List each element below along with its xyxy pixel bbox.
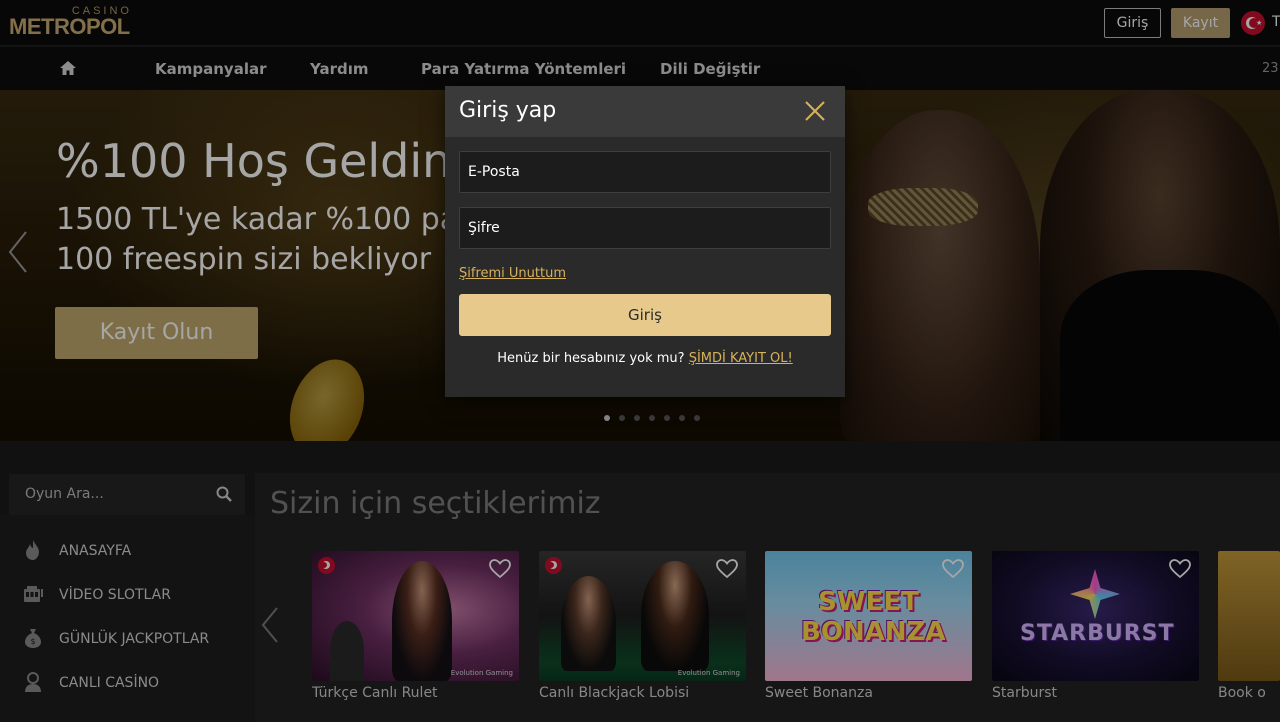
game-card-starburst[interactable]: STARBURST (992, 551, 1199, 681)
language-code[interactable]: T (1272, 14, 1280, 30)
money-bag-icon: $ (25, 629, 41, 648)
slot-machine-icon (24, 586, 43, 602)
provider-badge: Evolution Gaming (450, 669, 513, 677)
slider-dot[interactable] (694, 415, 700, 421)
top-header: CASINO METROPOL Giriş Kayıt ★ T (0, 0, 1280, 46)
heart-icon[interactable] (489, 559, 511, 579)
game-card-live-blackjack-lobby[interactable]: Evolution Gaming (539, 551, 746, 681)
email-input[interactable] (460, 152, 830, 192)
password-field[interactable] (459, 207, 831, 249)
sidebar-item-label: ANASAYFA (59, 543, 132, 559)
search-icon[interactable] (216, 486, 232, 502)
game-search-box[interactable]: Oyun Ara... (9, 474, 245, 515)
game-name[interactable]: Türkçe Canlı Rulet (312, 685, 438, 701)
heart-icon[interactable] (716, 559, 738, 579)
nav-item-deposit-methods[interactable]: Para Yatırma Yöntemleri (421, 60, 626, 78)
home-icon[interactable] (59, 60, 77, 76)
svg-text:$: $ (30, 637, 35, 646)
game-card-sweet-bonanza[interactable]: SWEET BONANZA (765, 551, 972, 681)
login-modal: Giriş yap Şifremi Unuttum Giriş Henüz bi… (445, 86, 845, 397)
turkey-flag-icon (318, 557, 335, 574)
main-nav: Kampanyalar Yardım Para Yatırma Yöntemle… (0, 47, 1280, 90)
game-name[interactable]: Canlı Blackjack Lobisi (539, 685, 689, 701)
turkey-flag-icon (545, 557, 562, 574)
section-title: Sizin için seçtiklerimiz (270, 486, 601, 521)
provider-badge: Evolution Gaming (677, 669, 740, 677)
hero-title: %100 Hoş Geldin (56, 134, 452, 188)
header-login-button[interactable]: Giriş (1104, 8, 1161, 38)
signup-link[interactable]: ŞİMDİ KAYIT OL! (689, 351, 793, 366)
slider-dot[interactable] (619, 415, 625, 421)
forgot-password-link[interactable]: Şifremi Unuttum (459, 266, 566, 281)
slider-dot[interactable] (679, 415, 685, 421)
games-prev-arrow-icon[interactable] (259, 606, 281, 644)
star-icon (1070, 569, 1120, 619)
hero-register-button[interactable]: Kayıt Olun (55, 307, 258, 359)
close-icon[interactable] (803, 99, 827, 123)
game-name[interactable]: Sweet Bonanza (765, 685, 873, 701)
nav-item-help[interactable]: Yardım (310, 60, 369, 78)
sidebar-item-label: GÜNLÜK JACKPOTLAR (59, 631, 210, 647)
slider-dot[interactable] (649, 415, 655, 421)
password-input[interactable] (460, 208, 830, 248)
slider-dot[interactable] (634, 415, 640, 421)
page: CASINO METROPOL Giriş Kayıt ★ T Kampanya… (0, 0, 1280, 722)
email-field[interactable] (459, 151, 831, 193)
modal-header: Giriş yap (445, 86, 845, 137)
login-submit-button[interactable]: Giriş (459, 294, 831, 336)
slider-dot[interactable] (604, 415, 610, 421)
modal-title: Giriş yap (459, 98, 557, 123)
hero-prev-arrow-icon[interactable] (6, 230, 30, 274)
hero-subtitle-line-2: 100 freespin sizi bekliyor (56, 242, 432, 277)
search-input[interactable]: Oyun Ara... (25, 486, 104, 502)
heart-icon[interactable] (1169, 559, 1191, 579)
no-account-text: Henüz bir hesabınız yok mu? (497, 351, 685, 366)
sidebar-item-label: CANLI CASİNO (59, 675, 160, 691)
flame-icon (26, 540, 39, 560)
clock: 23: (1262, 61, 1280, 76)
sidebar-item-label: VİDEO SLOTLAR (59, 587, 171, 603)
nav-item-campaigns[interactable]: Kampanyalar (155, 60, 266, 78)
casino-logo[interactable]: CASINO METROPOL (9, 5, 134, 43)
logo-title: METROPOL (9, 14, 130, 39)
heart-icon[interactable] (942, 559, 964, 579)
sidebar-menu: ANASAYFA VİDEO SLOTLAR $ GÜNLÜK JACKPOTL… (0, 515, 255, 722)
game-art-title: SWEET BONANZA (801, 587, 946, 647)
nav-item-change-language[interactable]: Dili Değiştir (660, 60, 760, 78)
dealer-icon (25, 672, 41, 692)
header-register-button[interactable]: Kayıt (1171, 8, 1230, 38)
game-art-title: STARBURST (1020, 621, 1175, 646)
game-name[interactable]: Starburst (992, 685, 1057, 701)
hero-subtitle-line-1: 1500 TL'ye kadar %100 par (56, 202, 471, 237)
slider-dot[interactable] (664, 415, 670, 421)
game-name[interactable]: Book o (1218, 685, 1266, 701)
turkey-flag-icon[interactable]: ★ (1241, 11, 1265, 35)
game-card-turkish-roulette[interactable]: Evolution Gaming (312, 551, 519, 681)
signup-prompt: Henüz bir hesabınız yok mu? ŞİMDİ KAYIT … (445, 351, 845, 366)
game-card-book-of[interactable] (1218, 551, 1280, 681)
